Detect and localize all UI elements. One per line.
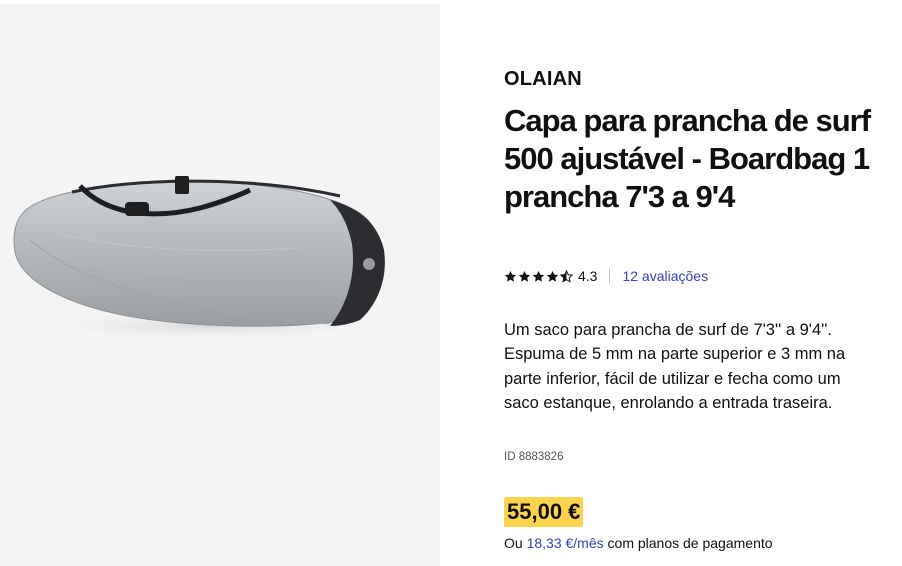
product-id: ID 8883826 (504, 451, 564, 463)
boardbag-image (13, 176, 400, 340)
star-icon (546, 270, 559, 282)
star-icon (532, 270, 545, 282)
rating-row: 4.3 12 avaliações (504, 266, 708, 286)
installment-suffix: com planos de pagamento (607, 535, 773, 551)
half-star-icon (560, 269, 573, 283)
rating-stars (504, 269, 573, 283)
star-icon (518, 270, 531, 282)
installment-info: Ou 18,33 €/mês com planos de pagamento (504, 535, 773, 551)
rating-divider (609, 268, 611, 284)
brand-name[interactable]: OLAIAN (504, 68, 582, 91)
product-title: Capa para prancha de surf 500 ajustável … (504, 103, 871, 214)
rating-value: 4.3 (578, 268, 598, 284)
star-icon (504, 270, 517, 282)
product-image[interactable] (0, 4, 440, 566)
product-description: Um saco para prancha de surf de 7'3'' a … (504, 321, 846, 413)
installment-prefix: Ou (504, 535, 523, 551)
price: 55,00 € (504, 497, 584, 527)
reviews-link[interactable]: 12 avaliações (622, 268, 708, 284)
installment-amount-link[interactable]: 18,33 €/mês (527, 535, 604, 551)
